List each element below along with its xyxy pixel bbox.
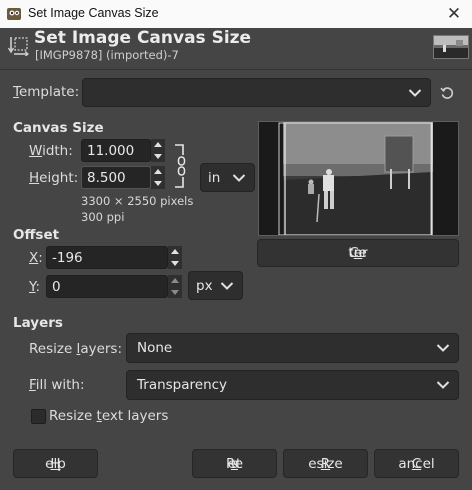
- arrow-down-icon: [171, 289, 179, 295]
- chevron-down-icon: [220, 281, 234, 290]
- layers-heading: Layers: [13, 315, 63, 331]
- image-name: [IMGP9878] (imported)-7: [35, 48, 179, 62]
- resize-layers-dropdown[interactable]: None: [126, 333, 459, 363]
- preview-image: [259, 122, 458, 235]
- template-label: Template:: [13, 84, 80, 100]
- center-button[interactable]: Ce n ter: [257, 239, 459, 267]
- template-dropdown[interactable]: [82, 78, 431, 107]
- arrow-down-icon: [171, 260, 179, 266]
- width-spinner[interactable]: [151, 139, 165, 162]
- width-input[interactable]: 11.000: [81, 139, 151, 162]
- arrow-down-icon: [154, 153, 162, 159]
- reset-button[interactable]: Re s et: [192, 449, 277, 478]
- size-unit-dropdown[interactable]: in: [200, 163, 255, 192]
- resolution: 300 ppi: [81, 210, 125, 224]
- width-label: Width:: [29, 143, 73, 159]
- canvas-size-icon: [7, 37, 29, 56]
- offset-x-spinner[interactable]: [168, 246, 182, 269]
- offset-x-increment-button[interactable]: [168, 246, 182, 258]
- fill-with-dropdown[interactable]: Transparency: [126, 370, 459, 400]
- width-increment-button[interactable]: [151, 139, 165, 151]
- offset-y-decrement-button[interactable]: [168, 287, 182, 299]
- height-input[interactable]: 8.500: [81, 166, 151, 189]
- width-decrement-button[interactable]: [151, 151, 165, 163]
- pixel-dimensions: 3300 × 2550 pixels: [81, 194, 194, 208]
- offset-y-label: Y:: [29, 279, 41, 295]
- fill-with-label: Fill with:: [29, 377, 85, 393]
- height-label: Height:: [29, 170, 79, 186]
- header-separator: [0, 69, 472, 70]
- help-button[interactable]: Help: [13, 449, 98, 478]
- resize-text-layers-label[interactable]: Resize text layers: [49, 408, 168, 424]
- canvas-size-heading: Canvas Size: [13, 120, 104, 136]
- offset-heading: Offset: [13, 227, 60, 243]
- reset-icon[interactable]: [440, 86, 454, 100]
- chain-link-icon[interactable]: [172, 143, 188, 189]
- offset-y-increment-button[interactable]: [168, 275, 182, 287]
- offset-x-label: X:: [29, 250, 43, 266]
- window-title-bar: Set Image Canvas Size ✕: [0, 0, 472, 28]
- chevron-down-icon: [436, 344, 450, 352]
- canvas-preview[interactable]: [258, 121, 459, 236]
- resize-button[interactable]: Resize: [283, 449, 368, 478]
- offset-y-input[interactable]: 0: [46, 275, 168, 298]
- arrow-up-icon: [154, 169, 162, 175]
- resize-text-layers-checkbox[interactable]: [31, 409, 46, 424]
- arrow-up-icon: [171, 249, 179, 255]
- chevron-down-icon: [436, 381, 450, 389]
- offset-unit-dropdown[interactable]: px: [188, 271, 243, 300]
- height-spinner[interactable]: [151, 166, 165, 189]
- arrow-up-icon: [171, 278, 179, 284]
- dialog-title: Set Image Canvas Size: [34, 28, 252, 48]
- height-increment-button[interactable]: [151, 166, 165, 178]
- close-button[interactable]: ✕: [442, 3, 466, 25]
- window-title: Set Image Canvas Size: [28, 6, 159, 20]
- offset-x-decrement-button[interactable]: [168, 258, 182, 270]
- arrow-up-icon: [154, 142, 162, 148]
- offset-y-spinner[interactable]: [168, 275, 182, 298]
- image-thumbnail: [433, 35, 469, 59]
- arrow-down-icon: [154, 180, 162, 186]
- chevron-down-icon: [232, 173, 246, 182]
- chevron-down-icon: [408, 88, 422, 97]
- gimp-app-icon: [7, 8, 21, 20]
- offset-x-input[interactable]: -196: [46, 246, 168, 269]
- resize-layers-label: Resize layers:: [29, 341, 123, 357]
- height-decrement-button[interactable]: [151, 178, 165, 190]
- cancel-button[interactable]: Cancel: [374, 449, 459, 478]
